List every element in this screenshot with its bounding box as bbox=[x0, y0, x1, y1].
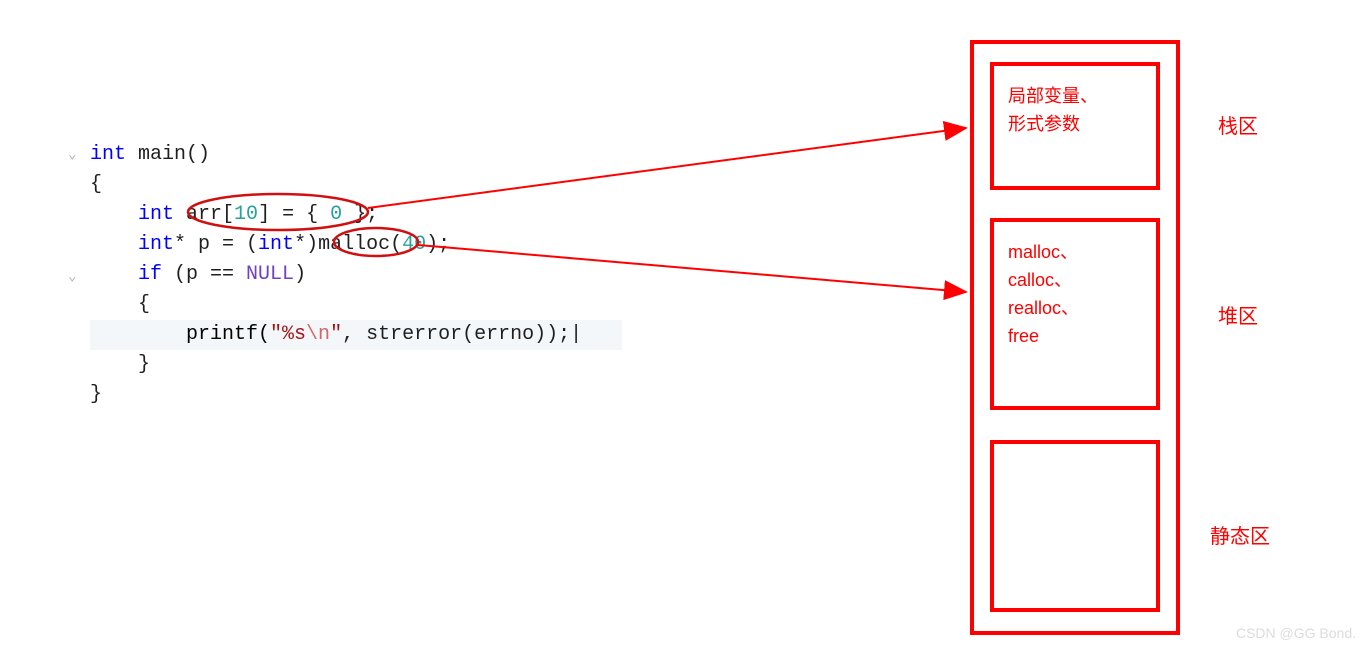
code-line-3: int arr[10] = { 0 }; bbox=[90, 200, 622, 230]
heap-text-1: malloc、 bbox=[1008, 238, 1142, 266]
code-line-9: } bbox=[90, 380, 622, 410]
label-heap: 堆区 bbox=[1218, 300, 1258, 329]
code-block: ⌄int main() { int arr[10] = { 0 }; int* … bbox=[90, 140, 622, 410]
label-static: 静态区 bbox=[1210, 520, 1270, 549]
heap-text-2: calloc、 bbox=[1008, 266, 1142, 294]
memory-box-stack: 局部变量、 形式参数 bbox=[990, 62, 1160, 190]
fold-mark: ⌄ bbox=[68, 262, 76, 292]
watermark: CSDN @GG Bond. bbox=[1236, 625, 1356, 641]
label-stack: 栈区 bbox=[1218, 110, 1258, 139]
code-line-6: { bbox=[90, 290, 622, 320]
code-line-5: ⌄ if (p == NULL) bbox=[90, 260, 622, 290]
memory-box-static bbox=[990, 440, 1160, 612]
fold-mark: ⌄ bbox=[68, 140, 76, 170]
code-line-4: int* p = (int*)malloc(40); bbox=[90, 230, 622, 260]
code-line-7: printf("%s\n", strerror(errno));| bbox=[90, 320, 622, 350]
heap-text-3: realloc、 bbox=[1008, 294, 1142, 322]
memory-box-heap: malloc、 calloc、 realloc、 free bbox=[990, 218, 1160, 410]
code-line-2: { bbox=[90, 170, 622, 200]
code-line-1: ⌄int main() bbox=[90, 140, 622, 170]
heap-text-4: free bbox=[1008, 322, 1142, 350]
stack-text-1: 局部变量、 bbox=[1008, 82, 1142, 110]
stack-text-2: 形式参数 bbox=[1008, 110, 1142, 138]
code-line-8: } bbox=[90, 350, 622, 380]
